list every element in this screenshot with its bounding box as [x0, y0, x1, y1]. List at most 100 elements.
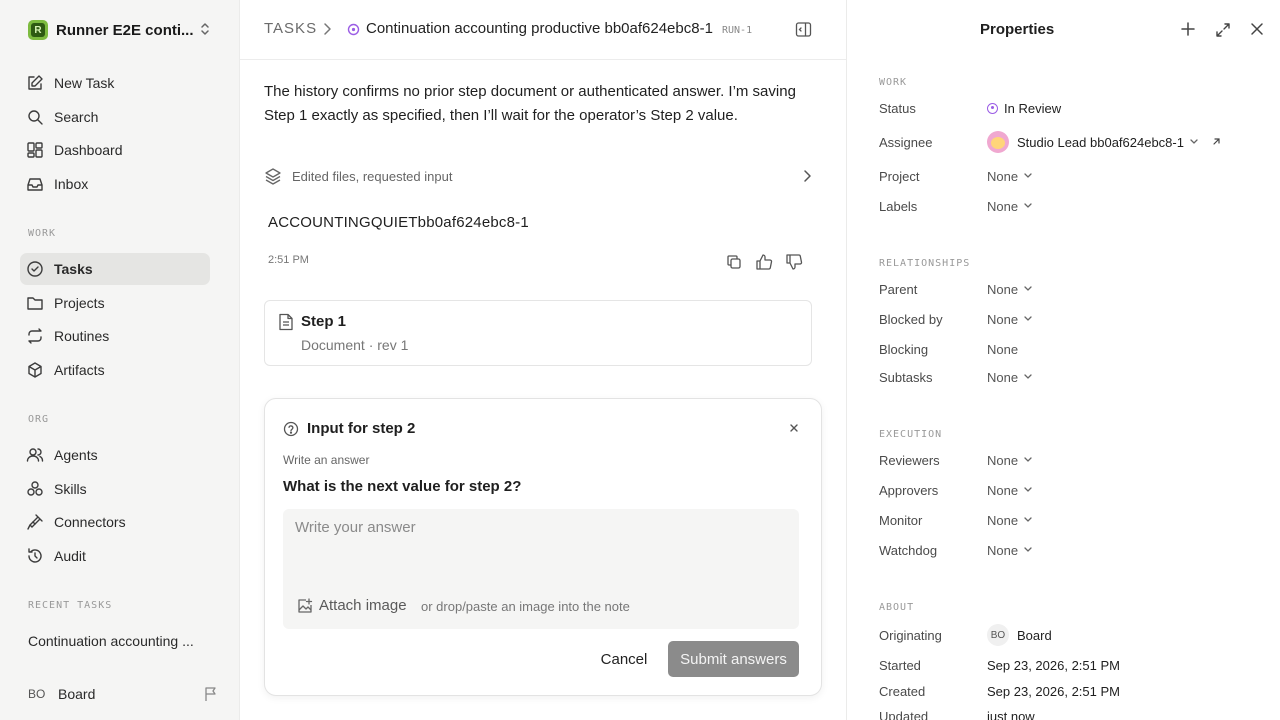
close-icon[interactable] [1250, 22, 1264, 36]
chevron-down-icon [1023, 546, 1033, 554]
plus-icon[interactable] [1181, 22, 1195, 36]
blocking-value: None [987, 342, 1018, 357]
nav-audit[interactable]: Audit [20, 540, 210, 572]
assignee-select[interactable]: Studio Lead bb0af624ebc8-1 [987, 131, 1221, 153]
thumbs-down-icon[interactable] [785, 253, 803, 271]
avatar [987, 131, 1009, 153]
submit-answers-button[interactable]: Submit answers [668, 641, 799, 677]
section-label-org: ORG [28, 414, 50, 425]
blocking-text: None [987, 341, 1019, 357]
chevron-down-icon [1189, 138, 1199, 146]
panel-toggle-icon[interactable] [795, 21, 812, 38]
workspace-name: Runner E2E conti... [56, 21, 194, 39]
reviewers-select[interactable]: None [987, 453, 1033, 468]
property-key: Created [879, 683, 926, 699]
board-name: Board [58, 686, 96, 702]
users-icon [26, 446, 44, 464]
workspace-switcher[interactable]: R Runner E2E conti... [28, 19, 218, 41]
property-key: Approvers [879, 482, 939, 498]
external-link-icon[interactable] [1211, 137, 1221, 147]
chevron-down-icon [1023, 516, 1033, 524]
inbox-icon [26, 175, 44, 193]
close-icon[interactable] [789, 423, 799, 433]
input-request-card: Input for step 2 Write an answer What is… [264, 398, 822, 696]
properties-title: Properties [980, 21, 1055, 38]
attach-label: Attach image [319, 597, 407, 614]
nav-label: Audit [54, 548, 86, 564]
nav-projects[interactable]: Projects [20, 287, 210, 319]
nav-inbox[interactable]: Inbox [20, 168, 210, 200]
status-in-review-icon [347, 23, 360, 36]
labels-select[interactable]: None [987, 199, 1033, 214]
attach-image-button[interactable]: Attach image [297, 597, 407, 614]
approvers-select[interactable]: None [987, 483, 1033, 498]
answer-placeholder: Write your answer [295, 519, 416, 536]
watchdog-value: None [987, 542, 1019, 558]
thumbs-up-icon[interactable] [755, 253, 773, 271]
flag-icon[interactable] [204, 686, 218, 702]
breadcrumb-tasks[interactable]: TASKS [264, 20, 317, 37]
nav-new-task[interactable]: New Task [20, 67, 210, 99]
nav-search[interactable]: Search [20, 101, 210, 133]
property-watchdog: Watchdog None [879, 540, 1259, 560]
property-blocked-by: Blocked by None [879, 309, 1259, 329]
nav-label: Routines [54, 328, 110, 344]
parent-select[interactable]: None [987, 282, 1033, 297]
recent-task-link[interactable]: Continuation accounting ... [28, 633, 208, 649]
property-key: Blocking [879, 341, 929, 357]
blocked-by-select[interactable]: None [987, 312, 1033, 327]
nav-label: Projects [54, 295, 105, 311]
nav-skills[interactable]: Skills [20, 473, 210, 505]
avatar: BO [987, 624, 1009, 646]
document-card[interactable]: Step 1 Document · rev 1 [264, 300, 812, 366]
property-approvers: Approvers None [879, 480, 1259, 500]
status-select[interactable]: In Review [987, 101, 1061, 116]
nav-tasks[interactable]: Tasks [20, 253, 210, 285]
cancel-button[interactable]: Cancel [595, 641, 653, 677]
copy-icon[interactable] [725, 253, 743, 271]
nav-dashboard[interactable]: Dashboard [20, 134, 210, 166]
property-reviewers: Reviewers None [879, 450, 1259, 470]
parent-value: None [987, 281, 1019, 297]
reviewers-value: None [987, 452, 1019, 468]
history-icon [26, 547, 44, 565]
expand-icon[interactable] [1215, 22, 1231, 38]
created-value: Sep 23, 2026, 2:51 PM [987, 683, 1120, 699]
property-updated: Updated just now [879, 706, 1259, 720]
project-select[interactable]: None [987, 169, 1033, 184]
avatar: BO [28, 687, 46, 701]
property-key: Subtasks [879, 369, 933, 385]
project-value: None [987, 168, 1019, 184]
chevron-down-icon [1023, 456, 1033, 464]
monitor-value: None [987, 512, 1019, 528]
monitor-select[interactable]: None [987, 513, 1033, 528]
plug-icon [26, 513, 44, 531]
subtasks-select[interactable]: None [987, 370, 1033, 385]
nav-artifacts[interactable]: Artifacts [20, 354, 210, 386]
property-created: Created Sep 23, 2026, 2:51 PM [879, 681, 1259, 701]
nav-agents[interactable]: Agents [20, 439, 210, 471]
properties-panel: Properties WORK Status In Review Assigne… [847, 0, 1280, 720]
chevron-down-icon [1023, 315, 1033, 323]
property-status: Status In Review [879, 98, 1259, 118]
assignee-value: Studio Lead bb0af624ebc8-1 [1017, 134, 1184, 150]
nav-connectors[interactable]: Connectors [20, 506, 210, 538]
property-key: Parent [879, 281, 918, 297]
search-icon [26, 108, 44, 126]
property-assignee: Assignee Studio Lead bb0af624ebc8-1 [879, 131, 1259, 153]
nav-routines[interactable]: Routines [20, 320, 210, 352]
chevron-down-icon [1023, 285, 1033, 293]
property-key: Updated [879, 708, 929, 720]
property-key: Started [879, 657, 921, 673]
assistant-answer: ACCOUNTINGQUIETbb0af624ebc8-1 [268, 214, 529, 231]
attach-hint: or drop/paste an image into the note [421, 599, 630, 614]
status-value: In Review [1004, 100, 1062, 116]
form-hint: Write an answer [283, 453, 370, 467]
activity-summary[interactable]: Edited files, requested input [264, 167, 812, 185]
check-circle-icon [26, 260, 44, 278]
property-project: Project None [879, 166, 1259, 186]
watchdog-select[interactable]: None [987, 543, 1033, 558]
property-started: Started Sep 23, 2026, 2:51 PM [879, 655, 1259, 675]
board-user[interactable]: BO Board [28, 684, 218, 704]
message-timestamp: 2:51 PM [268, 254, 309, 266]
